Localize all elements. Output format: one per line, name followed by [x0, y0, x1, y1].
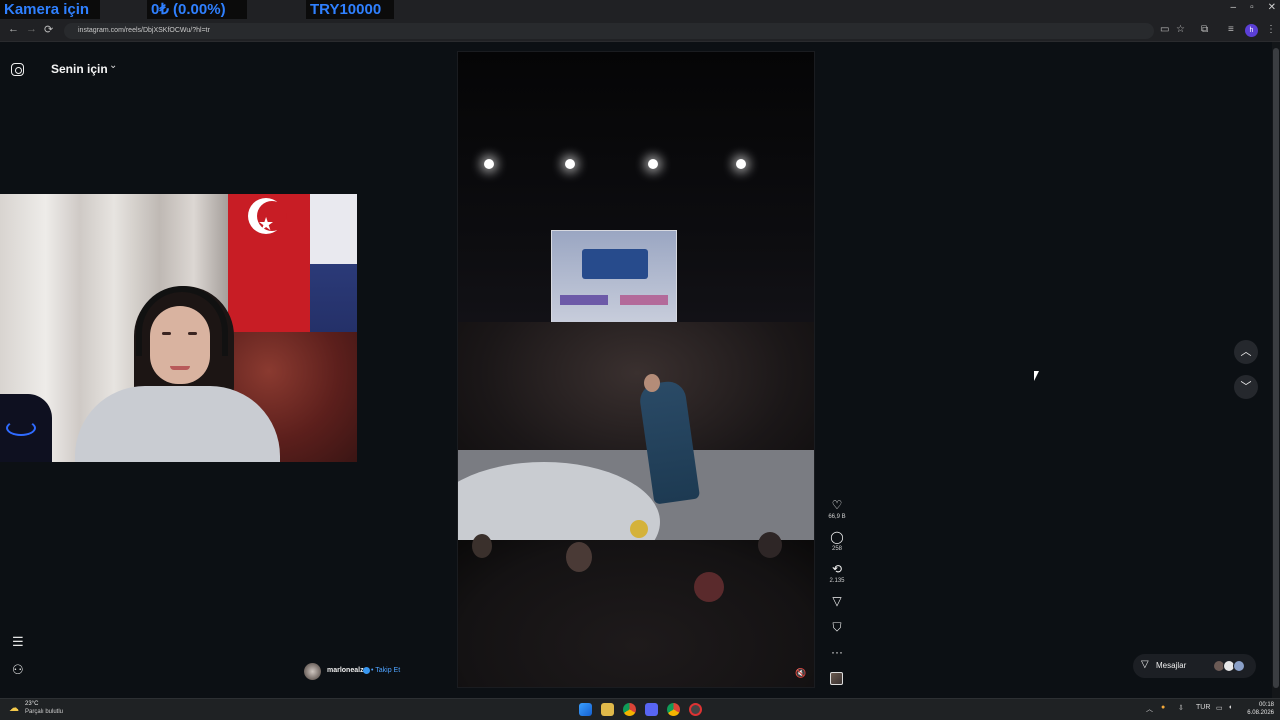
- audio-thumbnail[interactable]: [830, 672, 843, 685]
- discord-icon[interactable]: [645, 703, 658, 716]
- streamer-shirt: [75, 386, 280, 462]
- flag-star-icon: ★: [258, 214, 275, 234]
- verified-badge-icon: [363, 667, 370, 674]
- system-clock[interactable]: 00:18 6.08.2026: [1244, 701, 1274, 717]
- profile-avatar[interactable]: h: [1245, 24, 1258, 37]
- send-icon: ▽: [1141, 659, 1149, 670]
- audience-head: [566, 542, 592, 572]
- clock-date: 6.08.2026: [1247, 710, 1274, 716]
- screen-banner: [582, 249, 648, 279]
- audience-head: [694, 572, 724, 602]
- streamer-mouth: [170, 366, 190, 370]
- tray-download-icon[interactable]: ⇩: [1178, 704, 1184, 712]
- messages-label: Mesajlar: [1156, 661, 1187, 670]
- window-controls: – ▫ ✕: [1231, 2, 1277, 13]
- forward-icon[interactable]: →: [26, 23, 37, 35]
- chevron-down-icon[interactable]: ⌄: [109, 60, 117, 71]
- tray-app-icon[interactable]: ●: [1161, 704, 1165, 711]
- messages-button[interactable]: ▽ Mesajlar: [1133, 654, 1256, 678]
- bookmark-icon: ⛉: [832, 620, 842, 634]
- dancer-head: [644, 374, 660, 392]
- network-icon[interactable]: ▭: [1216, 704, 1223, 712]
- repost-icon: ⟲: [831, 562, 843, 576]
- save-button[interactable]: ⛉: [826, 620, 848, 635]
- comment-count: 258: [831, 546, 842, 552]
- file-explorer-icon[interactable]: [601, 703, 614, 716]
- close-icon[interactable]: ✕: [1268, 2, 1276, 13]
- bookmark-star-icon[interactable]: ☆: [1176, 24, 1185, 35]
- stage-light: [484, 159, 494, 169]
- restore-icon[interactable]: ▫: [1250, 2, 1254, 13]
- minimize-icon[interactable]: –: [1231, 2, 1237, 13]
- microphone-light: [6, 420, 36, 436]
- address-bar[interactable]: instagram.com/reels/DbjXSKfOCWu/?hl=tr: [64, 23, 1154, 39]
- cast-icon[interactable]: ▭: [1160, 24, 1169, 35]
- extensions-icon[interactable]: ⧉: [1201, 24, 1208, 35]
- start-icon[interactable]: [579, 703, 592, 716]
- screen-team-left: [560, 295, 608, 305]
- stream-overlay-bar: Kamera için 0₺ (0.00%) TRY10000 – ▫ ✕: [0, 0, 1280, 20]
- tray-overflow-icon[interactable]: ︿: [1146, 704, 1153, 714]
- menu-icon[interactable]: ☰: [12, 634, 24, 650]
- more-options-button[interactable]: ···: [826, 645, 848, 659]
- audience-head: [758, 532, 782, 558]
- weather-icon[interactable]: ☁: [9, 703, 19, 714]
- repost-count: 2.135: [829, 578, 845, 584]
- meta-apps-icon[interactable]: ⚇: [12, 662, 24, 678]
- overlay-donation-percent: 0₺ (0.00%): [147, 0, 247, 19]
- owner-avatar[interactable]: [304, 663, 321, 680]
- mouse-cursor-icon: [1034, 371, 1042, 381]
- obs-icon[interactable]: [689, 703, 702, 716]
- send-icon: ▽: [832, 594, 842, 608]
- message-avatar: [1233, 660, 1245, 672]
- share-button[interactable]: ▽: [826, 594, 848, 608]
- clock-time: 00:18: [1258, 702, 1274, 708]
- follow-button[interactable]: • Takip Et: [371, 667, 400, 674]
- feed-selector[interactable]: Senin için: [51, 62, 108, 76]
- scrollbar-thumb[interactable]: [1273, 48, 1279, 688]
- audience-front: [458, 540, 814, 687]
- overlay-goal: TRY10000: [306, 0, 394, 19]
- webcam-background-flag: [310, 194, 357, 334]
- back-icon[interactable]: ←: [8, 23, 19, 35]
- overlay-label-camera: Kamera için: [0, 0, 100, 19]
- weather-temperature[interactable]: 23°C: [25, 701, 38, 707]
- weather-condition[interactable]: Parçalı bulutlu: [25, 709, 63, 715]
- audience-head: [472, 534, 492, 558]
- previous-reel-button[interactable]: ︿: [1234, 340, 1258, 364]
- playlist-icon[interactable]: ≡: [1228, 24, 1234, 35]
- chrome-icon[interactable]: [623, 703, 636, 716]
- comment-icon: ◯: [830, 530, 844, 544]
- more-icon: ···: [831, 645, 843, 659]
- repost-button[interactable]: ⟲ 2.135: [826, 562, 848, 584]
- instagram-logo-icon[interactable]: [11, 63, 24, 76]
- volume-icon[interactable]: ◖: [1228, 704, 1232, 711]
- browser-menu-icon[interactable]: ⋮: [1266, 24, 1276, 35]
- stage-light: [736, 159, 746, 169]
- next-reel-button[interactable]: ﹀: [1234, 375, 1258, 399]
- stage-light: [565, 159, 575, 169]
- reload-icon[interactable]: ⟳: [44, 23, 53, 36]
- like-count: 66,9 B: [828, 514, 846, 520]
- owner-username[interactable]: marlonealz: [327, 667, 364, 674]
- audience-head: [630, 520, 648, 538]
- comment-button[interactable]: ◯ 258: [826, 530, 848, 552]
- browser-toolbar: ← → ⟳ instagram.com/reels/DbjXSKfOCWu/?h…: [0, 20, 1280, 42]
- screen-team-right: [620, 295, 668, 305]
- mute-icon[interactable]: 🔇: [795, 668, 806, 679]
- stage-light: [648, 159, 658, 169]
- projector-screen: [551, 230, 677, 326]
- webcam-overlay: ★: [0, 194, 357, 462]
- heart-icon: ♡: [831, 498, 843, 512]
- reel-video[interactable]: 🔇: [457, 51, 815, 688]
- like-button[interactable]: ♡ 66,9 B: [826, 498, 848, 520]
- language-indicator[interactable]: TUR: [1196, 704, 1210, 711]
- chrome-icon[interactable]: [667, 703, 680, 716]
- windows-taskbar: ☁ 23°C Parçalı bulutlu ︿ ● ⇩ TUR ▭ ◖ 00:…: [0, 698, 1280, 720]
